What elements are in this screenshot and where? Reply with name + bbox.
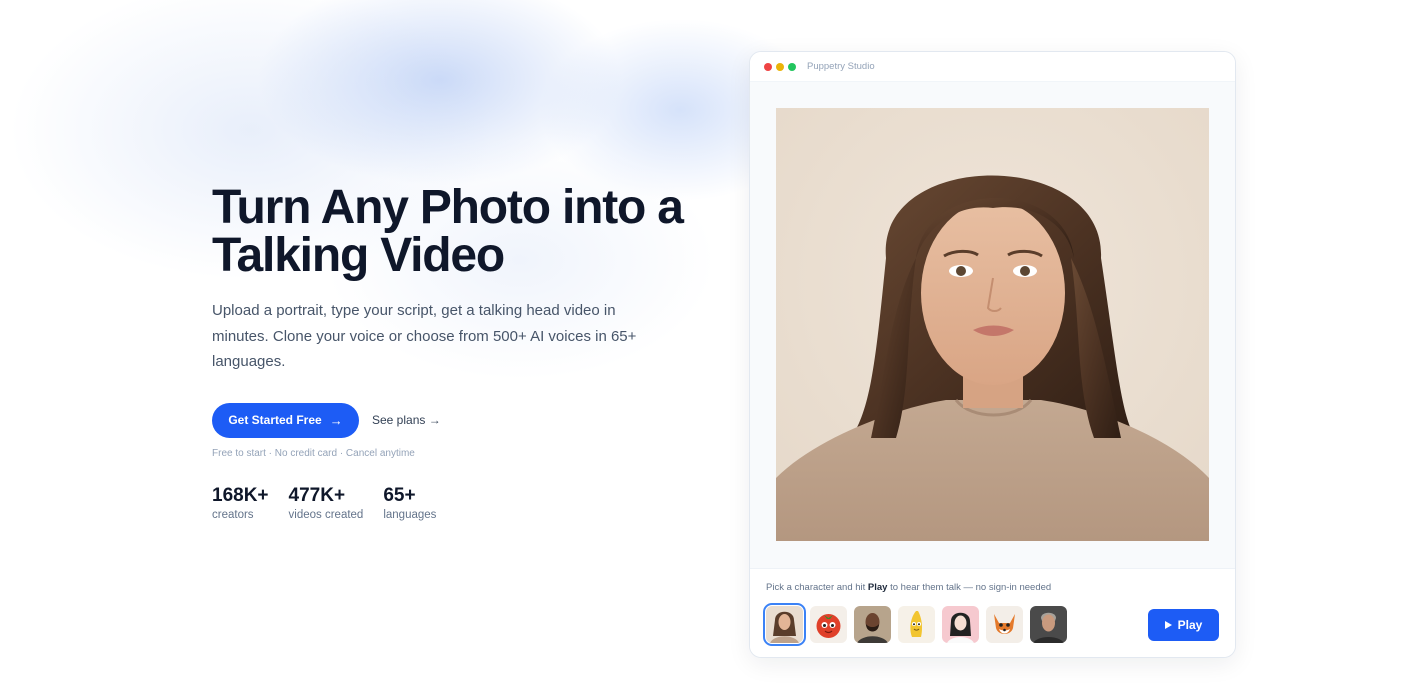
portrait-preview (776, 108, 1209, 541)
window-maximize-dot (788, 62, 796, 71)
hero-subtitle: Upload a portrait, type your script, get… (212, 302, 637, 370)
arrow-right-icon: → (329, 412, 343, 428)
stats-row: 168K+ creators 477K+ videos created 65+ … (212, 485, 712, 521)
character-thumb-tomato[interactable] (810, 606, 847, 643)
cta-row: Get Started Free → See plans → (212, 402, 712, 438)
portrait-image (776, 108, 1209, 541)
stat-value: 477K+ (288, 484, 346, 506)
character-thumb-anime-girl[interactable] (942, 606, 979, 643)
older-man-thumbnail-icon (1030, 606, 1067, 643)
stat-label: languages (383, 508, 437, 521)
anime-girl-thumbnail-icon (942, 606, 979, 643)
character-thumb-older-man[interactable] (1030, 606, 1067, 643)
character-picker: Pick a character and hit Play to hear th… (750, 568, 1235, 657)
character-thumb-fox[interactable] (986, 606, 1023, 643)
stat-languages: 65+ languages (383, 485, 436, 521)
hero-title: Turn Any Photo into a Talking Video (212, 184, 712, 280)
studio-window: Puppetry Studio Pick a character and hit… (749, 51, 1236, 658)
preview-stage (750, 82, 1235, 568)
get-started-button[interactable]: Get Started Free → (212, 402, 359, 438)
play-icon (1164, 621, 1172, 629)
stat-value: 65+ (383, 484, 416, 506)
get-started-label: Get Started Free (228, 413, 322, 427)
tomato-thumbnail-icon (810, 606, 847, 643)
character-thumb-banana[interactable] (898, 606, 935, 643)
character-thumb-woman[interactable] (763, 603, 806, 646)
window-minimize-dot (776, 62, 784, 71)
play-button[interactable]: Play (1148, 609, 1219, 641)
woman-thumbnail-icon (766, 606, 803, 643)
picker-hint: Pick a character and hit Play to hear th… (766, 582, 1051, 593)
banana-thumbnail-icon (898, 606, 935, 643)
stat-value: 168K+ (212, 484, 269, 506)
see-plans-link[interactable]: See plans → (372, 413, 441, 427)
stat-creators: 168K+ creators (212, 485, 269, 521)
fine-print: Free to start · No credit card · Cancel … (212, 447, 415, 459)
hero-title-line-1: Turn Any Photo into a (212, 181, 684, 234)
window-titlebar: Puppetry Studio (750, 52, 1235, 82)
play-label: Play (1177, 618, 1203, 632)
hero-title-line-2: Talking Video (212, 229, 505, 282)
hero-section: Turn Any Photo into a Talking Video Uplo… (212, 184, 712, 521)
hint-text-end: to hear them talk — no sign-in needed (887, 582, 1052, 593)
hint-text-start: Pick a character and hit (766, 582, 868, 593)
character-list (763, 603, 1067, 646)
window-close-dot (764, 62, 772, 71)
stat-videos: 477K+ videos created (289, 485, 364, 521)
stat-label: videos created (288, 508, 364, 521)
window-title: Puppetry Studio (807, 61, 875, 72)
stat-label: creators (212, 508, 254, 521)
fox-thumbnail-icon (986, 606, 1023, 643)
character-thumb-bearded-man[interactable] (854, 606, 891, 643)
bearded-man-thumbnail-icon (854, 606, 891, 643)
hint-text-play: Play (867, 582, 888, 593)
